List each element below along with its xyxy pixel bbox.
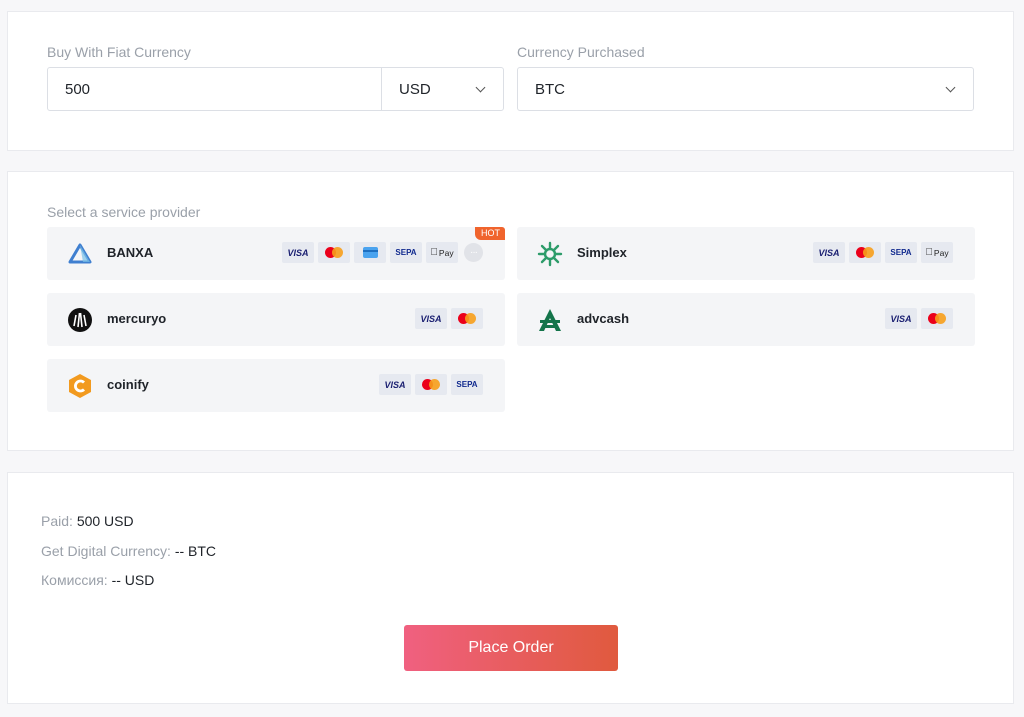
provider-name: Simplex [577,245,627,260]
paid-line: Paid: 500 USD [41,513,134,529]
amount-field-group: USD [47,67,504,111]
apple-pay-text: Pay [930,247,949,258]
visa-icon: VISA [379,374,411,395]
provider-simplex[interactable]: Simplex VISA SEPA Pay [517,227,975,280]
order-summary-card: Paid: 500 USD Get Digital Currency: -- B… [7,472,1014,704]
payment-methods: VISA SEPA Pay ··· [282,242,483,263]
payment-methods: VISA SEPA Pay [813,242,953,263]
advcash-logo-icon [539,309,561,331]
provider-card: Select a service provider BANXA VISA SEP… [7,171,1014,451]
fiat-currency-select[interactable]: USD [381,68,503,110]
get-currency-label: Get Digital Currency: [41,543,175,559]
get-currency-line: Get Digital Currency: -- BTC [41,543,216,559]
chevron-down-icon [475,82,486,93]
simplex-logo-icon [537,241,563,267]
fiat-currency-value: USD [399,81,431,98]
sepa-icon: SEPA [885,242,917,263]
apple-pay-icon: Pay [426,242,458,263]
chevron-down-icon [945,82,956,93]
currency-purchased-label: Currency Purchased [517,44,645,60]
sepa-icon: SEPA [451,374,483,395]
payment-methods: VISA [415,308,483,329]
paid-value: 500 USD [76,513,134,529]
place-order-button[interactable]: Place Order [404,625,618,671]
provider-mercuryo[interactable]: mercuryo VISA [47,293,505,346]
mastercard-icon [921,308,953,329]
banxa-logo-icon [68,243,92,264]
provider-name: BANXA [107,245,154,260]
fee-label: Комиссия: [41,572,112,588]
payment-methods: VISA SEPA [379,374,483,395]
apple-pay-text: Pay [435,247,454,258]
apple-pay-icon: Pay [921,242,953,263]
provider-section-label: Select a service provider [47,204,201,220]
visa-icon: VISA [813,242,845,263]
provider-name: advcash [577,311,630,326]
bank-card-icon [354,242,386,263]
coinify-logo-icon [69,374,91,398]
sepa-icon: SEPA [390,242,422,263]
visa-icon: VISA [885,308,917,329]
provider-name: coinify [107,377,149,392]
fiat-currency-label: Buy With Fiat Currency [47,44,191,60]
provider-advcash[interactable]: advcash VISA [517,293,975,346]
payment-methods: VISA [885,308,953,329]
mercuryo-logo-icon [68,308,92,332]
buy-form-card: Buy With Fiat Currency USD Currency Purc… [7,11,1014,151]
fee-line: Комиссия: -- USD [41,572,154,588]
visa-icon: VISA [415,308,447,329]
mastercard-icon [415,374,447,395]
get-currency-value: -- BTC [174,543,217,559]
more-methods-icon[interactable]: ··· [464,243,483,262]
crypto-currency-select[interactable]: BTC [517,67,974,111]
mastercard-icon [451,308,483,329]
provider-coinify[interactable]: coinify VISA SEPA [47,359,505,412]
amount-input[interactable] [48,68,381,110]
hot-badge: HOT [475,227,505,240]
crypto-currency-value: BTC [535,81,565,98]
mastercard-icon [849,242,881,263]
visa-icon: VISA [282,242,314,263]
mastercard-icon [318,242,350,263]
paid-label: Paid: [41,513,77,529]
provider-banxa[interactable]: BANXA VISA SEPA Pay ··· HOT [47,227,505,280]
provider-name: mercuryo [107,311,167,326]
fee-value: -- USD [111,572,155,588]
